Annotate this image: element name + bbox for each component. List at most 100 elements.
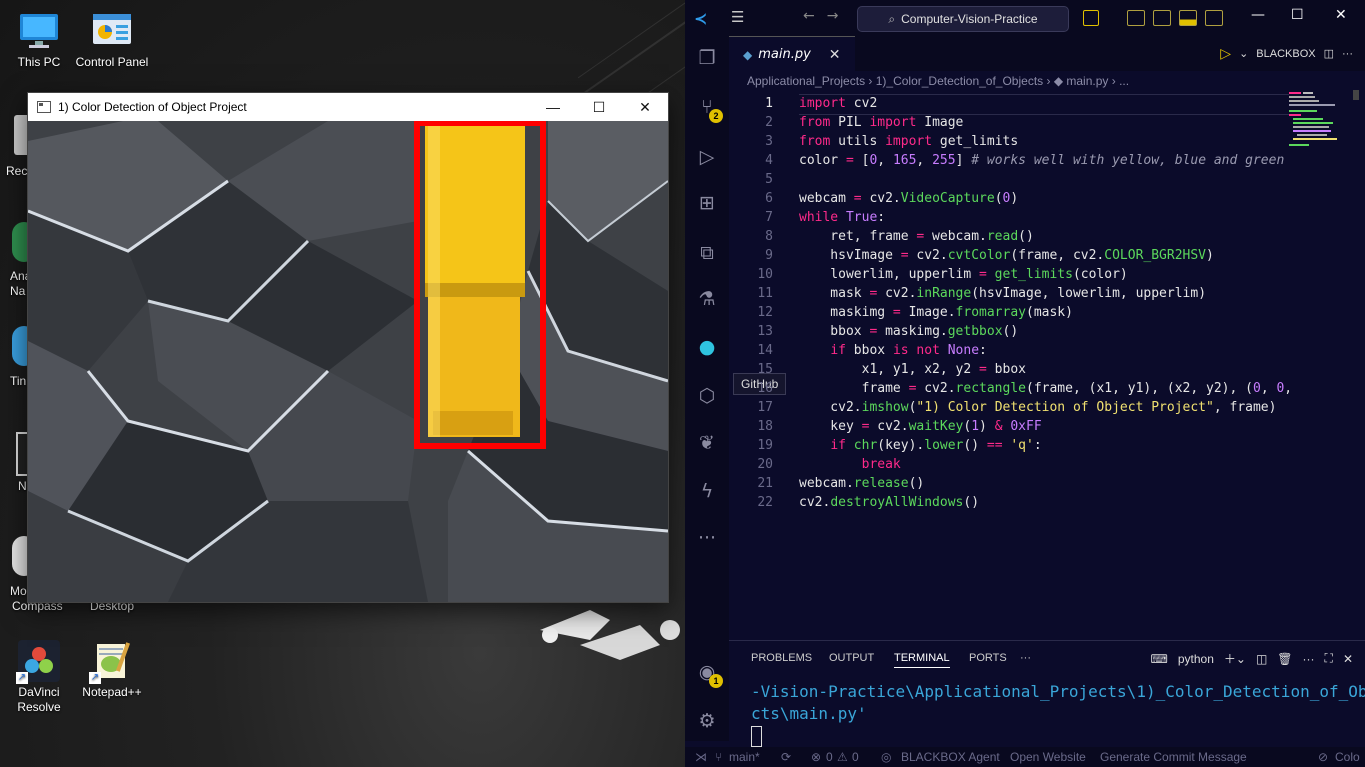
- desktop-icon-control-panel[interactable]: Control Panel: [73, 10, 151, 70]
- extensions-icon[interactable]: ⊞: [695, 191, 719, 215]
- tab-ports[interactable]: PORTS: [969, 652, 1007, 664]
- code-line[interactable]: 17 cv2.imshow("1) Color Detection of Obj…: [729, 398, 1289, 417]
- minimize-button[interactable]: —: [530, 93, 576, 121]
- line-number: 11: [757, 286, 773, 301]
- terminal-shell-label[interactable]: python: [1178, 652, 1214, 666]
- more-actions-icon[interactable]: ···: [1342, 48, 1353, 60]
- code-line[interactable]: 14 if bbox is not None:: [729, 341, 1289, 360]
- code-line[interactable]: 15 x1, y1, x2, y2 = bbox: [729, 360, 1289, 379]
- toggle-panel-icon[interactable]: [1179, 10, 1197, 26]
- run-debug-icon[interactable]: ▷: [695, 145, 719, 169]
- command-center-search[interactable]: ⌕ Computer-Vision-Practice: [857, 6, 1069, 32]
- code-line[interactable]: 8 ret, frame = webcam.read(): [729, 227, 1289, 246]
- kill-terminal-icon[interactable]: 🗑: [1277, 652, 1292, 666]
- mongodb-leaf-icon[interactable]: ❦: [695, 431, 719, 455]
- desktop-icon-label: DaVinci Resolve: [17, 685, 61, 714]
- code-editor[interactable]: 1 import cv2 2 from PIL import Image 3 from u…: [729, 90, 1289, 638]
- code-line[interactable]: 2 from PIL import Image: [729, 113, 1289, 132]
- vscode-window[interactable]: ≺ ☰ ←→ ⌕ Computer-Vision-Practice — ☐ ✕ …: [685, 0, 1365, 767]
- code-line[interactable]: 5: [729, 170, 1289, 189]
- remote-indicator-icon[interactable]: ⋊: [695, 750, 707, 764]
- minimap[interactable]: [1289, 90, 1349, 150]
- maximize-button[interactable]: ☐: [576, 93, 622, 121]
- code-line[interactable]: 22 cv2.destroyAllWindows(): [729, 493, 1289, 512]
- code-text: maskimg = Image.fromarray(mask): [799, 305, 1073, 320]
- accounts-badge: 1: [709, 674, 723, 688]
- containers-icon[interactable]: ⬡: [695, 384, 719, 408]
- code-line[interactable]: 4 color = [0, 165, 255] # works well with…: [729, 151, 1289, 170]
- blackbox-button[interactable]: BLACKBOX: [1256, 48, 1315, 60]
- code-line[interactable]: 7 while True:: [729, 208, 1289, 227]
- opencv-window[interactable]: 1) Color Detection of Object Project — ☐…: [27, 92, 669, 603]
- code-text: import cv2: [799, 96, 878, 111]
- code-line[interactable]: 13 bbox = maskimg.getbbox(): [729, 322, 1289, 341]
- tab-close-icon[interactable]: ✕: [829, 47, 841, 63]
- blackbox-agent-button[interactable]: BLACKBOX Agent: [901, 750, 1000, 764]
- bolt-icon[interactable]: ϟ: [695, 479, 719, 503]
- explorer-icon[interactable]: ❐: [695, 46, 719, 70]
- toggle-primary-sidebar-icon[interactable]: [1127, 10, 1145, 26]
- line-number: 16: [757, 381, 773, 396]
- navigation-arrows-icon[interactable]: ←→: [803, 8, 850, 24]
- breadcrumb[interactable]: Applicational_Projects › 1)_Color_Detect…: [747, 74, 1129, 88]
- run-python-icon[interactable]: ▷: [1220, 45, 1231, 62]
- code-text: ret, frame = webcam.read(): [799, 229, 1034, 244]
- code-line[interactable]: 11 mask = cv2.inRange(hsvImage, lowerlim…: [729, 284, 1289, 303]
- desktop-icon-label: Notepad++: [82, 685, 142, 699]
- code-line[interactable]: 9 hsvImage = cv2.cvtColor(frame, cv2.COL…: [729, 246, 1289, 265]
- copilot-icon[interactable]: [1083, 10, 1099, 26]
- code-text: while True:: [799, 210, 886, 225]
- split-terminal-icon[interactable]: ◫: [1256, 652, 1267, 666]
- desktop-icon-davinci-resolve[interactable]: ↗ DaVinci Resolve: [0, 640, 78, 715]
- color-status[interactable]: Colo: [1335, 750, 1360, 764]
- github-icon[interactable]: ●: [695, 335, 719, 359]
- run-dropdown-icon[interactable]: ⌄: [1239, 47, 1248, 60]
- branch-label[interactable]: main*: [729, 750, 760, 764]
- tab-main-py[interactable]: ◆ main.py ✕: [729, 36, 855, 72]
- errors-count[interactable]: 0: [826, 750, 833, 764]
- tab-terminal[interactable]: TERMINAL: [894, 652, 950, 668]
- code-line[interactable]: 10 lowerlim, upperlim = get_limits(color…: [729, 265, 1289, 284]
- toggle-secondary-sidebar-icon[interactable]: [1153, 10, 1171, 26]
- warnings-count[interactable]: 0: [852, 750, 859, 764]
- code-line[interactable]: 21 webcam.release(): [729, 474, 1289, 493]
- code-line[interactable]: 18 key = cv2.waitKey(1) & 0xFF: [729, 417, 1289, 436]
- generate-commit-button[interactable]: Generate Commit Message: [1100, 750, 1247, 764]
- split-editor-icon[interactable]: ◫: [1324, 47, 1334, 60]
- code-line[interactable]: 3 from utils import get_limits: [729, 132, 1289, 151]
- desktop-icon-notepad-plus-plus[interactable]: ↗ Notepad++: [73, 640, 151, 700]
- tab-output[interactable]: OUTPUT: [829, 652, 874, 664]
- remote-explorer-icon[interactable]: ⧉: [695, 241, 719, 265]
- more-icon[interactable]: ···: [695, 526, 719, 550]
- code-line[interactable]: 1 import cv2: [729, 94, 1289, 115]
- status-bar: ⋊ ⑂ main* ⟳ ⊗ 0 ⚠ 0 ◎ BLACKBOX Agent Ope…: [685, 747, 1365, 767]
- accounts-icon[interactable]: ◉ 1: [695, 660, 723, 688]
- maximize-panel-icon[interactable]: ⛶: [1325, 651, 1333, 666]
- code-line[interactable]: 12 maskimg = Image.fromarray(mask): [729, 303, 1289, 322]
- desktop-icon-this-pc[interactable]: This PC: [0, 10, 78, 70]
- close-panel-icon[interactable]: ✕: [1343, 652, 1353, 666]
- editor-scrollbar[interactable]: [1353, 90, 1359, 100]
- hamburger-menu-icon[interactable]: ☰: [731, 8, 744, 26]
- line-number: 2: [765, 115, 773, 130]
- window-titlebar[interactable]: 1) Color Detection of Object Project — ☐…: [28, 93, 668, 121]
- code-line[interactable]: 16 frame = cv2.rectangle(frame, (x1, y1)…: [729, 379, 1289, 398]
- code-line[interactable]: 20 break: [729, 455, 1289, 474]
- maximize-button[interactable]: ☐: [1291, 7, 1304, 23]
- panel-more-icon[interactable]: ···: [1020, 652, 1031, 664]
- close-button[interactable]: ✕: [622, 93, 668, 121]
- minimize-button[interactable]: —: [1251, 7, 1265, 23]
- code-line[interactable]: 6 webcam = cv2.VideoCapture(0): [729, 189, 1289, 208]
- source-control-icon[interactable]: ⑂ 2: [695, 95, 723, 123]
- window-app-icon: [37, 101, 51, 113]
- code-line[interactable]: 19 if chr(key).lower() == 'q':: [729, 436, 1289, 455]
- tab-problems[interactable]: PROBLEMS: [751, 652, 812, 664]
- panel-menu-icon[interactable]: ···: [1303, 652, 1315, 666]
- sync-icon[interactable]: ⟳: [781, 750, 791, 764]
- testing-icon[interactable]: ⚗: [695, 287, 719, 311]
- new-terminal-icon[interactable]: ＋⌄: [1224, 650, 1246, 667]
- close-button[interactable]: ✕: [1335, 7, 1347, 23]
- customize-layout-icon[interactable]: [1205, 10, 1223, 26]
- settings-gear-icon[interactable]: ⚙: [695, 709, 719, 733]
- open-website-button[interactable]: Open Website: [1010, 750, 1086, 764]
